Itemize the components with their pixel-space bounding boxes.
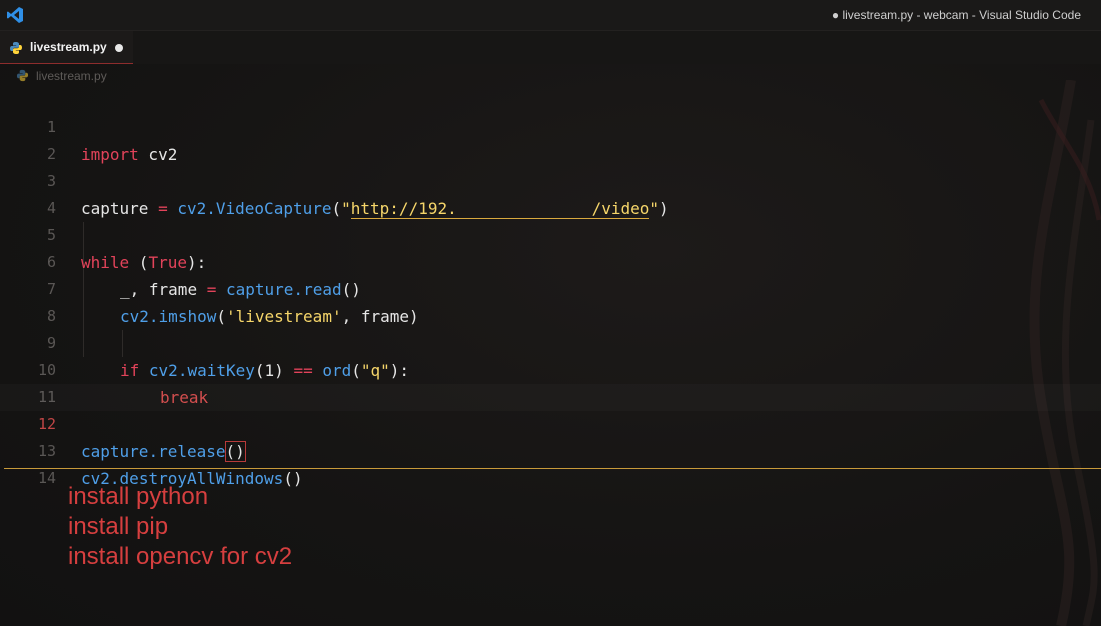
notes-overlay: install python install pip install openc… (68, 482, 292, 572)
code-line[interactable]: 10 break (0, 330, 1101, 407)
python-icon (16, 69, 29, 82)
panel-separator (4, 468, 1101, 469)
note-install-opencv: install opencv for cv2 (68, 543, 293, 570)
tab-bar: livestream.py (0, 31, 1101, 64)
code-line[interactable]: 4 (0, 168, 1101, 217)
unsaved-dot-icon[interactable] (115, 44, 123, 52)
tab-livestream-py[interactable]: livestream.py (0, 31, 133, 64)
note-install-pip: install pip (68, 513, 169, 540)
title-bar: ● livestream.py - webcam - Visual Studio… (0, 0, 1101, 31)
note-install-python: install python (68, 483, 209, 510)
tab-label: livestream.py (30, 40, 107, 54)
code-line[interactable]: 6 _, frame = capture.read() (0, 222, 1101, 299)
code-line[interactable]: 1 import cv2 (0, 87, 1101, 164)
code-line[interactable]: 9 if cv2.waitKey(1) == ord("q"): (0, 303, 1101, 380)
code-line[interactable]: 13 cv2.destroyAllWindows() (0, 411, 1101, 488)
python-icon (10, 42, 22, 54)
code-line[interactable]: 5 while (True): (0, 195, 1101, 272)
code-line[interactable]: 8 (0, 276, 1101, 325)
code-line[interactable]: 3 capture = cv2.VideoCapture("http://192… (0, 141, 1101, 219)
breadcrumb[interactable]: livestream.py (0, 65, 1101, 87)
vscode-window: ● livestream.py - webcam - Visual Studio… (0, 0, 1101, 626)
window-title: ● livestream.py - webcam - Visual Studio… (831, 8, 1081, 22)
code-line[interactable]: 14 (0, 438, 1101, 487)
code-line[interactable]: 11 (0, 357, 1101, 406)
code-line-active[interactable]: 12 capture.release() (0, 384, 1101, 462)
code-line[interactable]: 7 cv2.imshow('livestream', frame) (0, 249, 1101, 326)
vscode-logo-icon (7, 7, 23, 23)
line-number: 14 (37, 469, 56, 487)
code-editor[interactable]: 1 import cv2 2 3 capture = cv2.VideoCapt… (0, 87, 1101, 488)
breadcrumb-file-label: livestream.py (36, 69, 107, 83)
code-line[interactable]: 2 (0, 114, 1101, 163)
